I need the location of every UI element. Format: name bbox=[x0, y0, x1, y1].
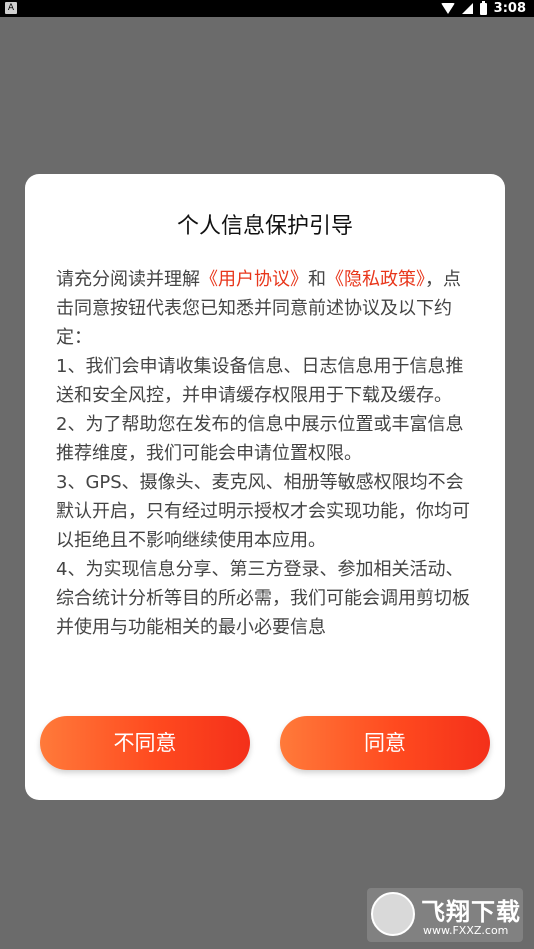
notification-icon: A bbox=[5, 2, 17, 14]
battery-icon bbox=[479, 0, 487, 15]
and-text: 和 bbox=[308, 269, 326, 290]
list-item: 3、GPS、摄像头、麦克风、相册等敏感权限均不会默认开启，只有经过明示授权才会实… bbox=[56, 472, 470, 551]
watermark-url: www.FXXZ.com bbox=[423, 924, 509, 937]
status-bar: A 3:08 bbox=[0, 0, 534, 17]
wifi-icon bbox=[440, 3, 455, 14]
disagree-button[interactable]: 不同意 bbox=[40, 716, 250, 770]
dialog-scroll-area[interactable]: 请充分阅读并理解《用户协议》和《隐私政策》，点击同意按钮代表您已知悉并同意前述协… bbox=[56, 265, 478, 689]
list-item: 2、为了帮助您在发布的信息中展示位置或丰富信息推荐维度，我们可能会申请位置权限。 bbox=[56, 414, 464, 464]
intro-paragraph: 请充分阅读并理解《用户协议》和《隐私政策》，点击同意按钮代表您已知悉并同意前述协… bbox=[56, 265, 478, 352]
list-item: 1、我们会申请收集设备信息、日志信息用于信息推送和安全风控，并申请缓存权限用于下… bbox=[56, 356, 464, 406]
watermark-brand: 飞翔下载 bbox=[421, 898, 521, 926]
signal-icon bbox=[461, 3, 473, 14]
privacy-dialog: 个人信息保护引导 请充分阅读并理解《用户协议》和《隐私政策》，点击同意按钮代表您… bbox=[25, 174, 505, 800]
intro-prefix: 请充分阅读并理解 bbox=[56, 269, 200, 290]
watermark-logo-icon bbox=[371, 892, 415, 936]
privacy-policy-link[interactable]: 《隐私政策》 bbox=[326, 269, 425, 290]
watermark: 飞翔下载 www.FXXZ.com bbox=[367, 888, 523, 942]
agree-button[interactable]: 同意 bbox=[280, 716, 490, 770]
user-agreement-link[interactable]: 《用户协议》 bbox=[200, 269, 308, 290]
dialog-content: 请充分阅读并理解《用户协议》和《隐私政策》，点击同意按钮代表您已知悉并同意前述协… bbox=[56, 265, 478, 642]
list-item: 4、为实现信息分享、第三方登录、参加相关活动、综合统计分析等目的所必需，我们可能… bbox=[56, 559, 470, 638]
status-icons: 3:08 bbox=[440, 0, 526, 17]
dialog-title: 个人信息保护引导 bbox=[176, 214, 353, 239]
status-time: 3:08 bbox=[493, 1, 526, 16]
